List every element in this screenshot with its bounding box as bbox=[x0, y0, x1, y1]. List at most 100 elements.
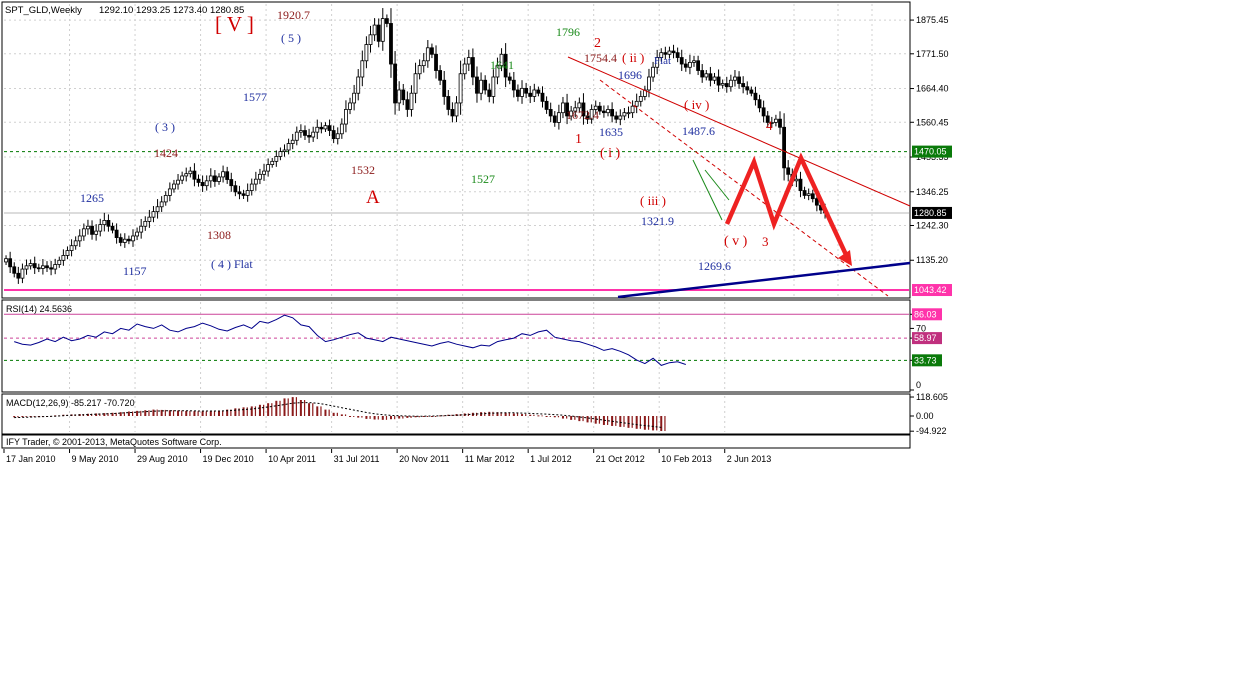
macd-histogram-bar bbox=[525, 414, 527, 416]
candle-body bbox=[720, 83, 725, 86]
wave-label: 3 bbox=[762, 234, 769, 249]
candle-body bbox=[602, 110, 606, 114]
candle-body bbox=[41, 265, 45, 269]
candle-body bbox=[372, 24, 377, 36]
macd-histogram-bar bbox=[557, 416, 560, 418]
candle-body bbox=[749, 89, 754, 94]
candle-body bbox=[683, 63, 688, 68]
macd-histogram-bar bbox=[271, 403, 273, 416]
candle-body bbox=[327, 125, 332, 131]
wave-label: 1265 bbox=[80, 191, 104, 205]
candle-body bbox=[626, 112, 631, 115]
price-pane[interactable] bbox=[1, 1, 911, 299]
macd-histogram-bar bbox=[148, 410, 150, 416]
wave-label: 1796 bbox=[556, 25, 580, 39]
candle-body bbox=[376, 24, 381, 42]
macd-pane[interactable] bbox=[1, 393, 911, 435]
macd-histogram-bar bbox=[398, 416, 401, 419]
chart-symbol-label: SPT_GLD,Weekly bbox=[5, 5, 82, 16]
candle-body bbox=[405, 99, 410, 110]
macd-histogram-bar bbox=[635, 416, 638, 429]
candle-body bbox=[73, 240, 78, 247]
wave-label: 2 bbox=[594, 36, 601, 51]
candle-body bbox=[12, 266, 17, 274]
macd-histogram-bar bbox=[263, 404, 265, 416]
candle-body bbox=[204, 180, 209, 187]
candle-body bbox=[778, 118, 782, 128]
macd-histogram-bar bbox=[598, 416, 601, 424]
macd-histogram-bar bbox=[369, 416, 371, 419]
candle-body bbox=[528, 92, 533, 97]
wave-label: 1577 bbox=[243, 90, 267, 104]
candle-body bbox=[282, 149, 287, 153]
macd-histogram-bar bbox=[295, 397, 297, 416]
price-y-tick-label: 1664.40 bbox=[916, 84, 949, 94]
macd-histogram-bar bbox=[205, 411, 207, 416]
candle-body bbox=[249, 183, 254, 191]
candle-body bbox=[32, 263, 37, 269]
macd-histogram-bar bbox=[324, 409, 327, 416]
wave-label: 1532 bbox=[351, 163, 375, 177]
candle-body bbox=[172, 183, 176, 190]
candle-body bbox=[741, 83, 746, 88]
candle-body bbox=[651, 66, 655, 78]
candle-body bbox=[745, 86, 750, 91]
candle-body bbox=[438, 70, 443, 81]
wave-label: 1308 bbox=[207, 228, 231, 242]
macd-histogram-bar bbox=[631, 416, 633, 428]
macd-histogram-bar bbox=[574, 416, 576, 420]
macd-histogram-bar bbox=[283, 398, 286, 416]
candle-body bbox=[462, 63, 467, 75]
candle-body bbox=[614, 115, 619, 120]
price-level-badge-label: 1470.05 bbox=[914, 147, 947, 157]
candle-body bbox=[728, 79, 733, 88]
macd-histogram-bar bbox=[361, 416, 363, 418]
x-tick-label: 10 Feb 2013 bbox=[661, 454, 712, 464]
macd-histogram-bar bbox=[435, 416, 437, 417]
macd-histogram-bar bbox=[144, 410, 147, 416]
macd-histogram-bar bbox=[406, 416, 409, 418]
macd-histogram-bar bbox=[365, 416, 368, 419]
price-y-tick-label: 1771.50 bbox=[916, 49, 949, 59]
price-y-tick-label: 1242.30 bbox=[916, 220, 949, 230]
candle-body bbox=[536, 89, 541, 94]
macd-histogram-bar bbox=[21, 416, 24, 417]
macd-histogram-bar bbox=[275, 400, 278, 416]
macd-histogram-bar bbox=[545, 416, 548, 417]
macd-histogram-bar bbox=[291, 397, 294, 416]
price-y-tick-label: 1560.45 bbox=[916, 117, 949, 127]
candle-body bbox=[675, 52, 680, 58]
wave-label: 1269.6 bbox=[698, 259, 731, 273]
candle-body bbox=[618, 115, 623, 120]
candle-body bbox=[110, 225, 115, 231]
macd-histogram-bar bbox=[131, 411, 134, 416]
price-y-tick-label: 1346.25 bbox=[916, 187, 949, 197]
candle-body bbox=[217, 176, 221, 182]
candle-body bbox=[610, 109, 615, 117]
x-tick-label: 21 Oct 2012 bbox=[596, 454, 645, 464]
candle-body bbox=[417, 65, 422, 75]
candle-body bbox=[786, 167, 791, 175]
trading-terminal-chart[interactable]: 17 Jan 2010 9 May 2010 29 Aug 2010 19 Dec 2… bbox=[0, 0, 1252, 683]
candle-body bbox=[323, 125, 328, 130]
candle-body bbox=[126, 238, 131, 242]
price-y-tick-label: 1135.20 bbox=[916, 255, 948, 265]
macd-indicator-label: MACD(12,26,9) -85.217 -70.720 bbox=[6, 398, 135, 408]
candle-body bbox=[348, 102, 352, 110]
macd-histogram-bar bbox=[516, 413, 519, 416]
macd-histogram-bar bbox=[377, 416, 379, 420]
candle-body bbox=[45, 265, 49, 269]
macd-histogram-bar bbox=[156, 409, 158, 416]
macd-histogram-bar bbox=[185, 410, 188, 416]
macd-y-tick-label: 118.605 bbox=[916, 392, 948, 402]
candle-body bbox=[364, 44, 369, 62]
x-tick-label: 19 Dec 2010 bbox=[203, 454, 254, 464]
macd-histogram-bar bbox=[140, 410, 142, 416]
macd-histogram-bar bbox=[164, 409, 166, 416]
macd-histogram-bar bbox=[357, 416, 360, 418]
candle-body bbox=[167, 188, 172, 196]
macd-histogram-bar bbox=[492, 411, 494, 416]
wave-label: 1157 bbox=[123, 264, 147, 278]
candle-body bbox=[638, 96, 643, 102]
candle-body bbox=[724, 83, 729, 88]
